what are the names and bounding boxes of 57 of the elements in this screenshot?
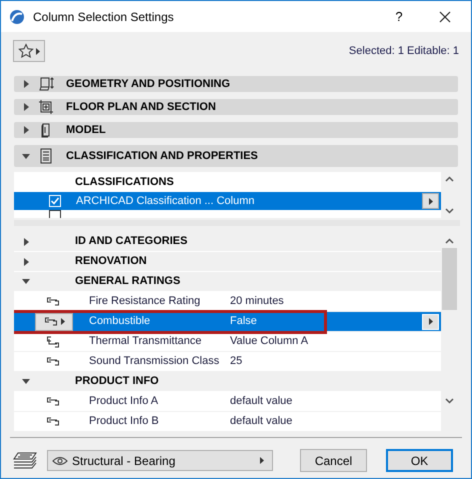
caret-icon: [60, 318, 64, 325]
group-heading[interactable]: PRODUCT INFO: [75, 373, 159, 390]
property-name: Combustible: [89, 314, 152, 330]
list-header: CLASSIFICATIONS: [74, 174, 175, 190]
caret-icon: [428, 318, 433, 325]
collapse-arrow-icon[interactable]: [22, 379, 30, 384]
scroll-up-icon[interactable]: [445, 238, 454, 244]
scrollbar-thumb[interactable]: [442, 248, 458, 310]
scroll-down-icon[interactable]: [445, 398, 454, 404]
expand-arrow-icon[interactable]: [24, 238, 28, 246]
expand-arrow-icon[interactable]: [24, 103, 28, 111]
help-button[interactable]: ?: [387, 6, 411, 26]
app-logo-icon: [9, 8, 25, 24]
property-name: Product Info A: [89, 394, 160, 410]
property-name: Fire Resistance Rating: [89, 294, 202, 310]
layers-icon: [12, 450, 38, 470]
panel-header[interactable]: CLASSIFICATION AND PROPERTIES: [14, 145, 458, 167]
expand-arrow-icon[interactable]: [24, 258, 28, 266]
property-value: False: [230, 314, 258, 330]
eye-icon: [52, 456, 68, 466]
caret-icon: [428, 198, 433, 204]
star-icon: [18, 43, 34, 59]
property-name: Thermal Transmittance: [89, 334, 202, 350]
expand-arrow-icon[interactable]: [24, 80, 28, 88]
favorites-button[interactable]: [13, 40, 45, 62]
dialog-button[interactable]: Cancel: [300, 449, 367, 472]
window-title: Column Selection Settings: [33, 8, 174, 26]
property-value: default value: [230, 394, 294, 410]
property-value: default value: [230, 414, 294, 430]
layer-dropdown[interactable]: Structural - Bearing: [47, 450, 273, 471]
geometry-icon: [38, 76, 54, 92]
collapse-arrow-icon[interactable]: [22, 279, 30, 284]
property-name: Sound Transmission Class: [89, 354, 220, 370]
expand-button[interactable]: [422, 193, 440, 209]
floor-plan-icon: [38, 99, 54, 115]
document-icon: [38, 148, 54, 164]
caret-icon: [36, 48, 40, 54]
group-heading[interactable]: RENOVATION: [75, 253, 147, 270]
checkbox[interactable]: [49, 195, 61, 207]
property-name: Product Info B: [89, 414, 160, 430]
scroll-up-icon[interactable]: [445, 176, 454, 182]
value-menu-button[interactable]: [422, 314, 440, 330]
property-value: 25: [230, 354, 244, 370]
panel-header[interactable]: FLOOR PLAN AND SECTION: [14, 99, 458, 115]
link-menu-button[interactable]: [35, 312, 73, 330]
property-value: Value Column A: [230, 334, 310, 350]
panel-header[interactable]: MODEL: [14, 122, 458, 138]
panel-header[interactable]: GEOMETRY AND POSITIONING: [14, 76, 458, 92]
selection-status: Selected: 1 Editable: 1: [348, 44, 459, 59]
close-icon[interactable]: [439, 10, 451, 22]
caret-icon: [260, 457, 264, 464]
classification-text: ARCHICAD Classification ... Column: [76, 194, 256, 209]
expand-arrow-icon[interactable]: [24, 126, 28, 134]
property-value: 20 minutes: [230, 294, 285, 310]
scroll-down-icon[interactable]: [445, 208, 454, 214]
collapse-arrow-icon[interactable]: [22, 154, 30, 158]
dialog-button[interactable]: OK: [386, 449, 453, 472]
